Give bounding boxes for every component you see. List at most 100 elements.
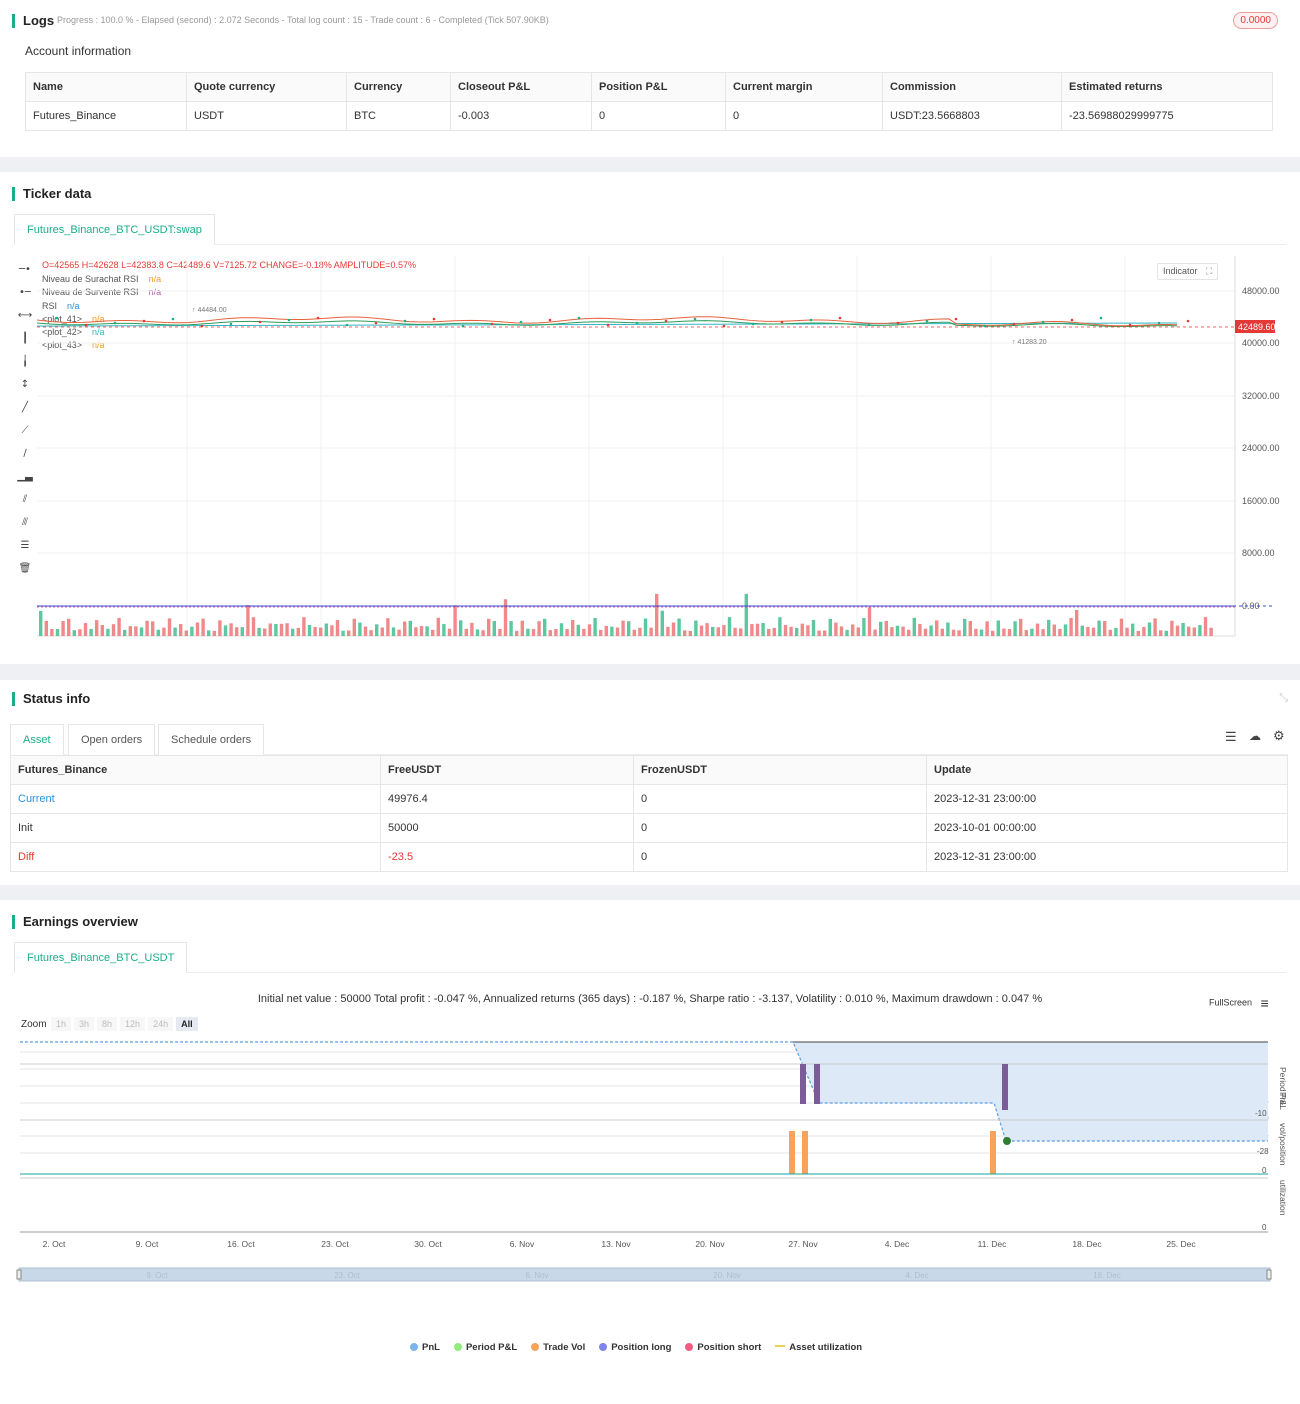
volume-bar (1030, 628, 1034, 636)
vertical-line-icon[interactable]: ┃ (17, 332, 33, 346)
y-tick-label: 32000.00 (1242, 391, 1280, 401)
ticker-chart[interactable]: 48000.00 40000.00 32000.00 24000.00 16000.00… (37, 256, 1287, 641)
zoom-options: 1h 3h 8h 12h 24h All (51, 1017, 201, 1031)
trade-marker (490, 322, 494, 326)
trade-marker (84, 323, 88, 327)
account-header-row: Name Quote currency Currency Closeout P&… (25, 72, 1273, 102)
volume-bar (1075, 609, 1079, 636)
navigator-handle-right (1266, 1269, 1272, 1280)
trade-marker (229, 322, 233, 326)
legend-item[interactable]: Trade Vol (531, 1342, 585, 1353)
x-tick-label: 20. Nov (695, 1239, 725, 1249)
extended-trend-icon[interactable]: ∕ (17, 447, 33, 461)
trade-marker (751, 322, 755, 326)
util-tick: 0 (1262, 1223, 1267, 1232)
volume-bar (330, 625, 334, 636)
tab-earnings-pair[interactable]: Futures_Binance_BTC_USDT (14, 942, 188, 973)
status-section: Status info ⤡ Asset Open orders Schedule… (0, 680, 1300, 885)
cell: -0.003 (450, 101, 592, 131)
legend-marker-icon (775, 1345, 786, 1347)
legend-item[interactable]: Asset utilization (775, 1342, 862, 1353)
account-info-title: Account information (25, 44, 132, 58)
zoom-option-1h[interactable]: 1h (51, 1017, 72, 1031)
volume-bar (767, 628, 771, 636)
trend-line-icon[interactable]: ╱ (17, 401, 33, 415)
volume-bar (901, 626, 905, 636)
volume-bar (761, 622, 765, 636)
volume-bar (907, 629, 911, 636)
fib-channel-icon[interactable]: ⫻ (17, 516, 33, 530)
volume-bar (156, 629, 160, 636)
volume-bar (173, 627, 177, 636)
volume-bar (179, 624, 183, 636)
legend-marker-icon (685, 1343, 694, 1351)
settings-icon[interactable]: ⚙ (1273, 728, 1285, 744)
volume-bar (845, 629, 849, 636)
horizontal-ray-icon[interactable]: •─ (17, 286, 33, 300)
volume-bar (408, 620, 412, 636)
legend-item[interactable]: Period P&L (453, 1342, 517, 1353)
volume-bar (380, 627, 384, 636)
fib-retracement-icon[interactable]: ☰ (17, 539, 33, 553)
row-label-diff: Diff (10, 842, 381, 872)
tab-ticker-swap[interactable]: Futures_Binance_BTC_USDT:swap (14, 214, 215, 245)
zoom-option-3h[interactable]: 3h (74, 1017, 95, 1031)
volume-bar (1147, 622, 1152, 636)
parallel-channel-icon[interactable]: ⫽ (17, 493, 33, 507)
legend-item[interactable]: Position short (685, 1342, 761, 1353)
volume-bar (873, 629, 877, 636)
zoom-option-24h[interactable]: 24h (148, 1017, 174, 1031)
volume-bar (1086, 626, 1090, 636)
volume-bar (268, 623, 272, 636)
volume-bar (783, 625, 788, 636)
volume-bar (699, 625, 704, 636)
balance-badge: 0.0000 (1233, 12, 1278, 29)
trade-marker (722, 324, 726, 328)
volume-bar (1159, 630, 1163, 636)
vertical-ray-icon[interactable]: ↕ (17, 378, 33, 392)
horizontal-line-icon[interactable]: ─• (17, 263, 33, 277)
ray-line-icon[interactable]: ⟋ (17, 424, 33, 438)
volume-bar (890, 627, 894, 636)
x-tick-label: 11. Dec (978, 1239, 1007, 1249)
col-update: Update (926, 755, 1288, 785)
cloud-download-icon[interactable]: ☁ (1249, 729, 1261, 743)
volume-bar (307, 625, 312, 636)
cell: 0 (633, 813, 927, 843)
trash-icon[interactable]: 🗑 (17, 562, 33, 576)
volume-bar (688, 630, 692, 636)
cell: Futures_Binance (25, 101, 187, 131)
extended-line-icon[interactable]: ⟷ (17, 309, 33, 323)
volume-bar (106, 628, 110, 636)
volume-bar (83, 623, 88, 636)
volume-bar (929, 625, 933, 636)
volume-bar (492, 621, 496, 636)
volume-bar (582, 628, 586, 636)
fullscreen-button[interactable]: FullScreen ≡ (1209, 995, 1269, 1011)
tab-schedule-orders[interactable]: Schedule orders (158, 724, 265, 755)
tab-open-orders[interactable]: Open orders (68, 724, 156, 755)
volume-bar (806, 625, 810, 636)
volume-bar (50, 628, 54, 636)
earnings-chart[interactable]: -4-8-12-16-20-24-28-1000PnLPeriod P&Lvol… (0, 1030, 1300, 1390)
col-estimated-returns: Estimated returns (1061, 72, 1273, 102)
tab-asset[interactable]: Asset (10, 724, 64, 755)
volume-bar (397, 629, 401, 636)
vertical-segment-icon[interactable]: ╽ (17, 355, 33, 369)
zoom-option-12h[interactable]: 12h (120, 1017, 146, 1031)
earnings-legend: PnL Period P&L Trade Vol Position long Posit… (410, 1342, 876, 1353)
trade-marker (1041, 320, 1045, 324)
volume-bar (1007, 629, 1012, 636)
list-icon[interactable]: ☰ (1225, 729, 1237, 745)
volume-bar (414, 627, 418, 636)
legend-item[interactable]: Position long (599, 1342, 671, 1353)
volume-bar (772, 627, 776, 636)
volume-bar (918, 623, 922, 636)
zoom-option-8h[interactable]: 8h (97, 1017, 118, 1031)
zoom-option-All[interactable]: All (176, 1017, 198, 1031)
price-label-icon[interactable]: ▁▃ (17, 470, 33, 484)
legend-marker-icon (531, 1343, 540, 1351)
legend-label: PnL (422, 1342, 440, 1353)
legend-item[interactable]: PnL (410, 1342, 440, 1353)
collapse-icon[interactable]: ⤡ (1279, 692, 1288, 705)
